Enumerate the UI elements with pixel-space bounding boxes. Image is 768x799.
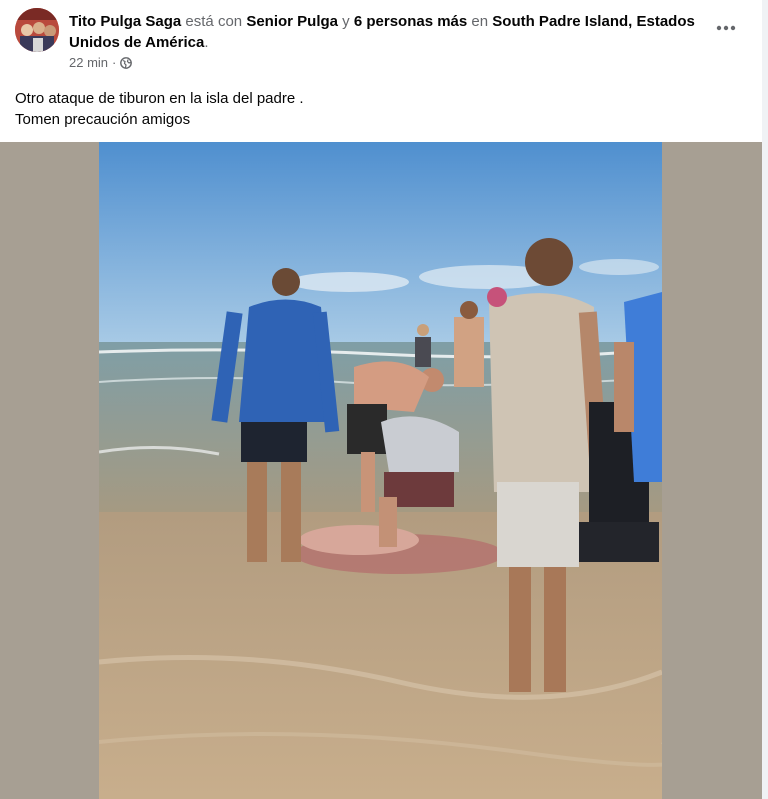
meta-separator: · (112, 55, 117, 70)
with-word: está con (185, 13, 243, 30)
facebook-post: Tito Pulga Saga está con Senior Pulga y … (0, 0, 768, 799)
tagged-person[interactable]: Senior Pulga (246, 13, 338, 30)
post-header: Tito Pulga Saga está con Senior Pulga y … (15, 8, 755, 78)
location-period: . (204, 34, 209, 51)
scrollbar-track[interactable] (762, 0, 768, 799)
location-word: en (471, 13, 489, 30)
more-options-icon[interactable] (711, 18, 741, 38)
caption-line-1: Otro ataque de tiburon en la isla del pa… (15, 90, 304, 107)
connector-word: y (342, 13, 350, 30)
caption-line-2: Tomen precaución amigos (15, 111, 191, 128)
avatar-image (15, 8, 59, 52)
post-caption: Otro ataque de tiburon en la isla del pa… (15, 88, 745, 130)
author-name[interactable]: Tito Pulga Saga (69, 13, 181, 30)
author-avatar[interactable] (15, 8, 59, 52)
tagged-others[interactable]: 6 personas más (354, 13, 467, 30)
post-media[interactable] (0, 142, 762, 799)
post-timestamp[interactable]: 22 min (69, 55, 108, 70)
beach-photo[interactable] (99, 142, 662, 799)
post-meta: 22 min · (69, 55, 133, 70)
author-line: Tito Pulga Saga está con Senior Pulga y … (69, 11, 709, 53)
globe-icon[interactable] (120, 56, 133, 69)
